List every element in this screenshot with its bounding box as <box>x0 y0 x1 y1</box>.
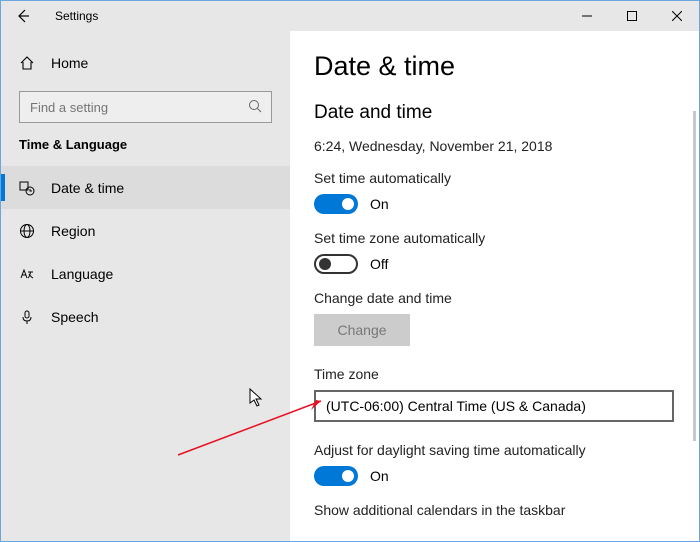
settings-window: Settings Home Time & Language Date & tim… <box>0 0 700 542</box>
home-nav[interactable]: Home <box>1 45 290 81</box>
timezone-value: (UTC-06:00) Central Time (US & Canada) <box>326 398 586 414</box>
set-tz-auto-label: Set time zone automatically <box>314 230 699 246</box>
back-button[interactable] <box>9 1 37 31</box>
set-time-auto-toggle[interactable] <box>314 194 358 214</box>
sidebar: Home Time & Language Date & time Region … <box>1 31 290 541</box>
date-time-icon <box>19 180 35 196</box>
timezone-dropdown[interactable]: (UTC-06:00) Central Time (US & Canada) <box>314 390 674 422</box>
minimize-icon <box>582 11 592 21</box>
toggle-state: Off <box>370 256 388 272</box>
change-dt-label: Change date and time <box>314 290 699 306</box>
close-button[interactable] <box>654 1 699 31</box>
page-title: Date & time <box>314 51 699 82</box>
minimize-button[interactable] <box>564 1 609 31</box>
microphone-icon <box>19 309 35 325</box>
close-icon <box>672 11 682 21</box>
nav-speech[interactable]: Speech <box>1 295 290 338</box>
category-header: Time & Language <box>1 137 290 152</box>
search-input[interactable] <box>19 91 272 123</box>
home-icon <box>19 55 35 71</box>
dst-toggle[interactable] <box>314 466 358 486</box>
home-label: Home <box>51 55 88 71</box>
nav-label: Language <box>51 266 113 282</box>
section-title: Date and time <box>314 102 699 124</box>
maximize-icon <box>627 11 637 21</box>
titlebar: Settings <box>1 1 699 31</box>
dst-label: Adjust for daylight saving time automati… <box>314 442 699 458</box>
nav-label: Speech <box>51 309 98 325</box>
back-arrow-icon <box>16 9 30 23</box>
additional-cals-label: Show additional calendars in the taskbar <box>314 502 699 518</box>
change-button[interactable]: Change <box>314 314 410 346</box>
set-time-auto-label: Set time automatically <box>314 170 699 186</box>
content-pane: Date & time Date and time 6:24, Wednesda… <box>290 31 699 541</box>
maximize-button[interactable] <box>609 1 654 31</box>
window-title: Settings <box>55 9 98 23</box>
timezone-label: Time zone <box>314 366 699 382</box>
nav-date-time[interactable]: Date & time <box>1 166 290 209</box>
current-datetime: 6:24, Wednesday, November 21, 2018 <box>314 138 699 154</box>
language-icon <box>19 266 35 282</box>
scrollbar[interactable] <box>693 111 696 441</box>
nav-label: Region <box>51 223 95 239</box>
toggle-state: On <box>370 468 389 484</box>
nav-language[interactable]: Language <box>1 252 290 295</box>
nav-region[interactable]: Region <box>1 209 290 252</box>
set-tz-auto-toggle[interactable] <box>314 254 358 274</box>
nav-label: Date & time <box>51 180 124 196</box>
toggle-state: On <box>370 196 389 212</box>
globe-icon <box>19 223 35 239</box>
